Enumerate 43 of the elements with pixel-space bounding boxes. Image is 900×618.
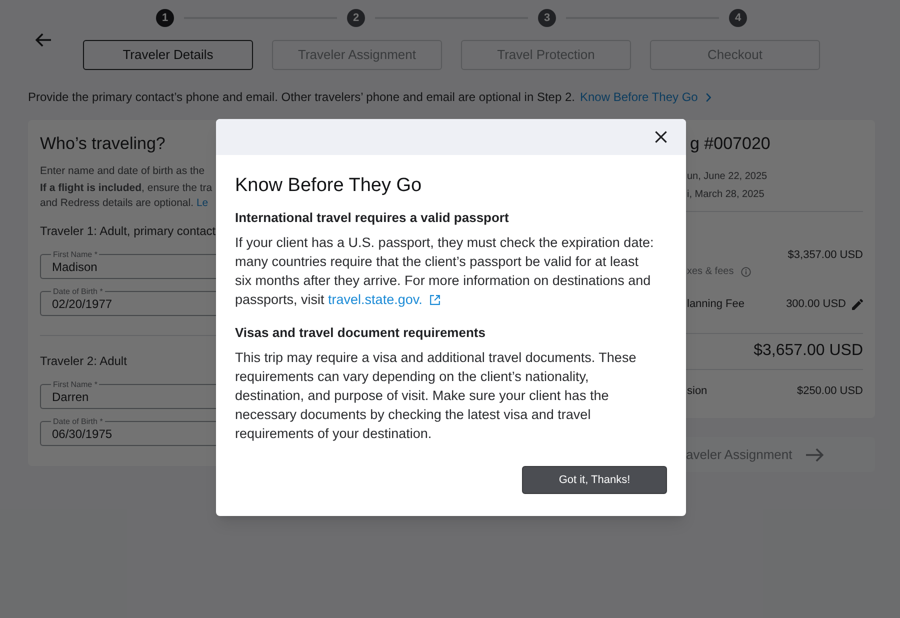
confirm-button[interactable]: Got it, Thanks! xyxy=(522,466,667,494)
trip-date: i, March 28, 2025 xyxy=(686,188,766,202)
external-link-icon xyxy=(430,294,440,304)
learn-more-link[interactable]: Le xyxy=(196,197,208,209)
traveler-heading: Traveler 1: Adult, primary contact xyxy=(40,223,217,239)
instruction-text: Enter name and date of birth as the xyxy=(40,164,206,178)
section-heading: Visas and travel document requirements xyxy=(235,325,486,341)
info-icon[interactable] xyxy=(740,267,751,277)
step-number: 1 xyxy=(156,9,174,27)
step-number: 4 xyxy=(729,9,747,27)
optional-note-text: and Redress details are optional. Le xyxy=(40,196,210,211)
external-link[interactable]: travel.state.gov. xyxy=(328,290,440,309)
step-number: 3 xyxy=(538,9,556,27)
know-before-link[interactable]: Know Before They Go xyxy=(580,90,711,104)
pencil-icon[interactable] xyxy=(852,298,863,310)
field-label: Date of Birth * xyxy=(52,417,104,426)
commission-amount: $250.00 USD xyxy=(796,384,863,398)
field-label: First Name * xyxy=(52,380,98,389)
booking-title: g #007020 xyxy=(689,134,772,154)
chevron-right-icon xyxy=(706,92,711,102)
step-tab[interactable]: Traveler Details xyxy=(83,40,253,70)
section-heading: International travel requires a valid passport xyxy=(235,210,510,226)
close-button[interactable] xyxy=(654,130,667,144)
total-amount: $3,657.00 USD xyxy=(754,341,863,361)
fee-label: lanning Fee xyxy=(687,297,744,311)
field-label: First Name * xyxy=(52,250,98,259)
modal-title: Know Before They Go xyxy=(235,174,423,198)
arrow-right-icon xyxy=(806,448,824,462)
fee-amount: 300.00 USD xyxy=(786,297,846,311)
section-text: This trip may require a visa and additional travel documents. These requirements can vary depending on the client’s nationality, destination, and purpose of visit. Make sure your client has the necessary documents by checking the latest visa and travel requirements of your destination. xyxy=(235,349,638,443)
instruction-text: Provide the primary contact’s phone and email. Other travelers’ phone and email are optional in Step 2. xyxy=(28,90,575,104)
commission-label: sion xyxy=(687,384,708,398)
price-amount: $3,357.00 USD xyxy=(788,248,863,262)
flight-note-text: If a flight is included, ensure the tra xyxy=(40,181,214,196)
trip-date: un, June 22, 2025 xyxy=(686,170,768,184)
back-arrow-icon[interactable] xyxy=(35,33,51,47)
card-title: Who’s traveling? xyxy=(40,134,166,154)
fee-note: xes & fees xyxy=(687,265,734,279)
field-label: Date of Birth * xyxy=(52,287,104,296)
close-icon xyxy=(654,131,666,143)
section-text: If your client has a U.S. passport, they must check the expiration date: many countries require that the client’s passport be valid for at least six months after they arrive. For more information on destinations and passports, visit travel.state.gov. xyxy=(235,234,655,309)
step-number: 2 xyxy=(347,9,365,27)
traveler-heading: Traveler 2: Adult xyxy=(40,353,128,369)
